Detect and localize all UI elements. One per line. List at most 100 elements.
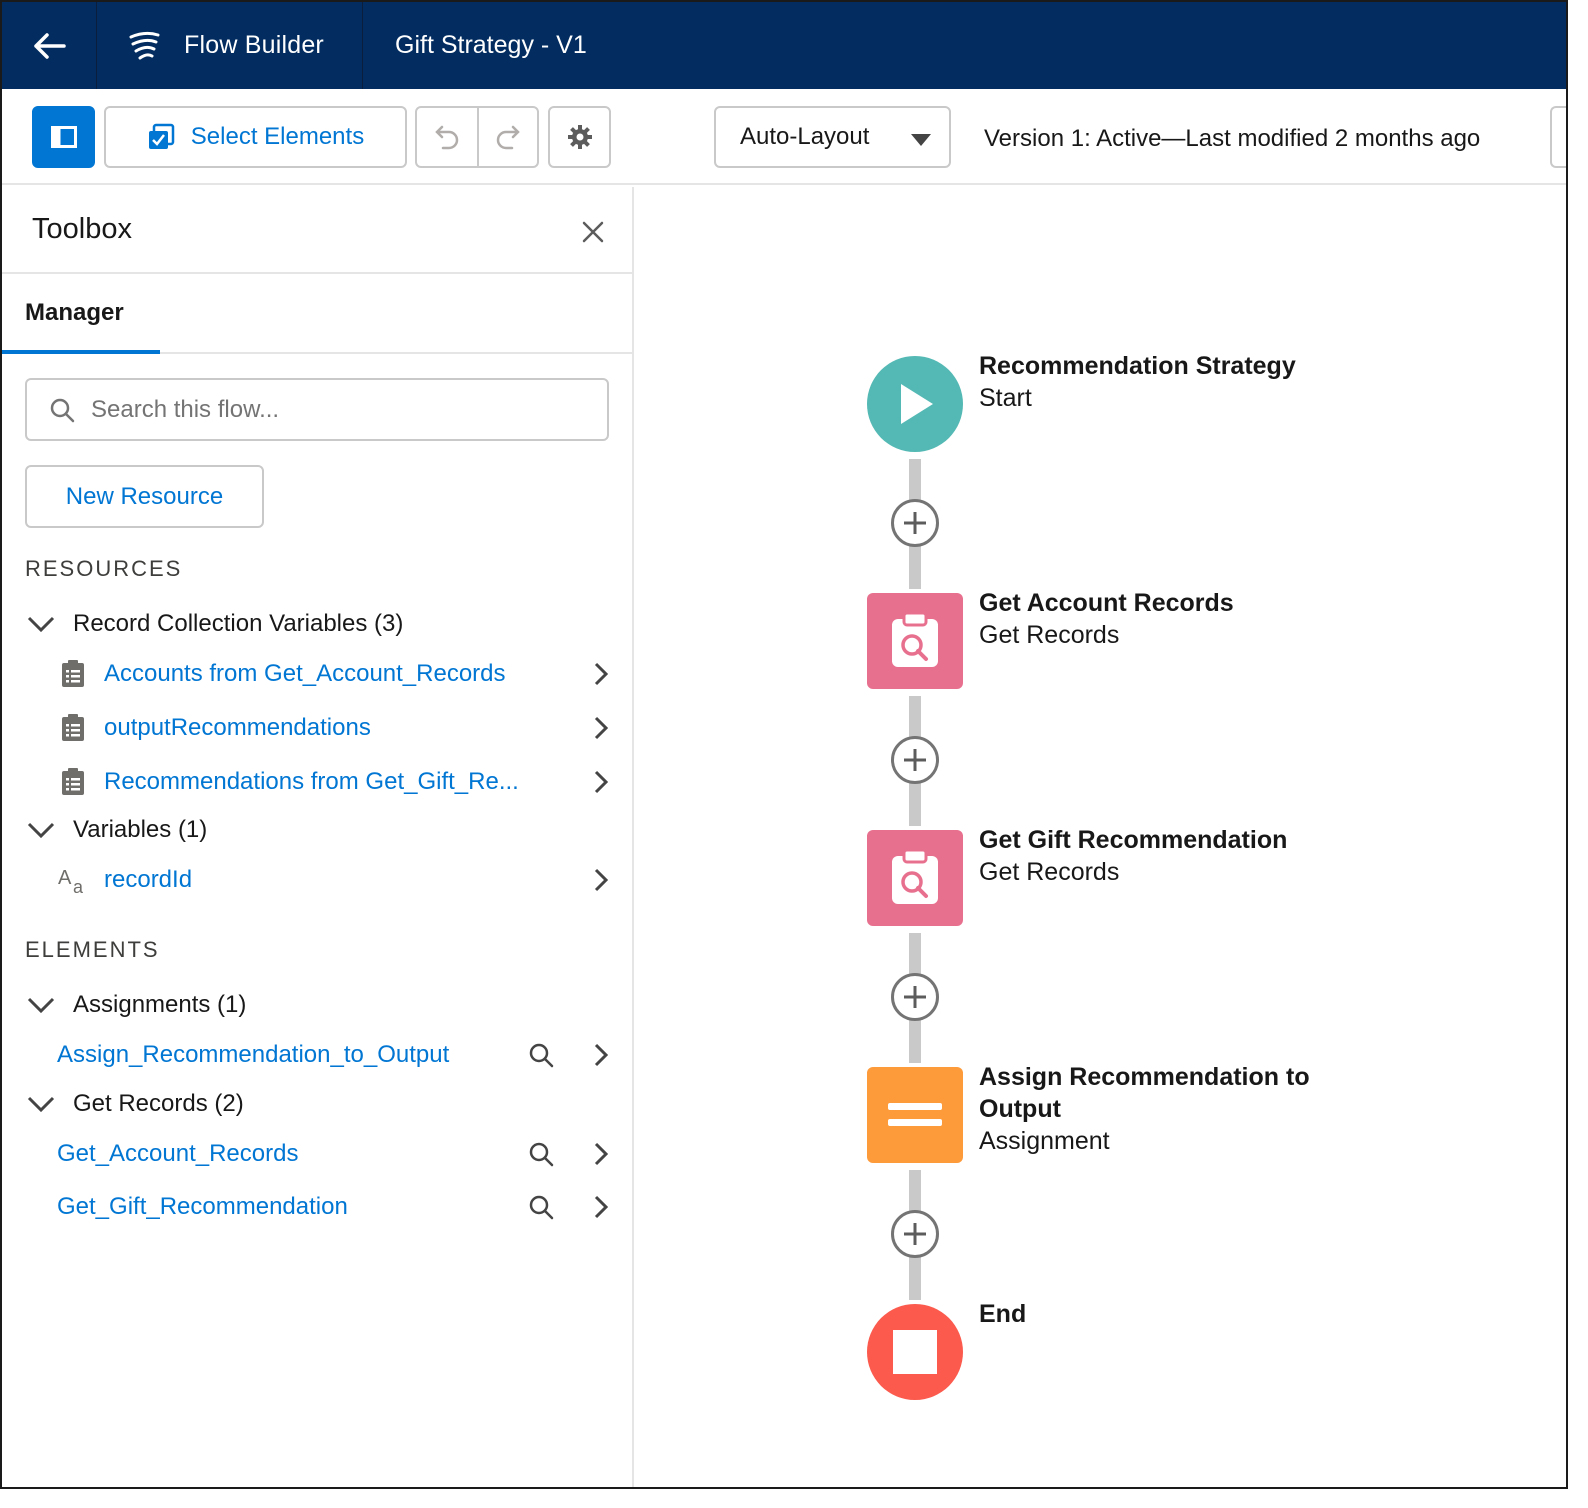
toolbar: Select Elements Auto-Layout Version 1: A… bbox=[2, 89, 1566, 185]
get-gift-recommendation-node[interactable] bbox=[867, 830, 963, 926]
version-status: Version 1: Active—Last modified 2 months… bbox=[984, 125, 1481, 152]
dropdown-caret-icon bbox=[911, 134, 931, 146]
chevron-right-icon[interactable] bbox=[587, 1192, 615, 1222]
group-label: Assignments (1) bbox=[73, 991, 247, 1018]
node-name: Get Gift Recommendation bbox=[979, 826, 1288, 854]
group-variables[interactable]: Variables (1) bbox=[25, 816, 207, 844]
undo-redo-group bbox=[415, 106, 539, 168]
toolbox-panel: Toolbox Manager New Resource RESOURCES bbox=[2, 187, 634, 1487]
svg-text:a: a bbox=[73, 877, 84, 896]
toolbar-overflow-button[interactable] bbox=[1550, 106, 1566, 168]
chevron-right-icon[interactable] bbox=[587, 713, 615, 743]
add-element-button[interactable] bbox=[891, 499, 939, 547]
search-icon[interactable] bbox=[525, 1039, 557, 1071]
group-assignments[interactable]: Assignments (1) bbox=[25, 991, 246, 1019]
resource-link-recommendations[interactable]: Recommendations from Get_Gift_Re... bbox=[104, 768, 519, 796]
resource-item: Recommendations from Get_Gift_Re... bbox=[2, 759, 632, 805]
toolbox-tabs: Manager bbox=[2, 274, 632, 354]
flow-canvas[interactable]: Recommendation Strategy Start Get Accoun… bbox=[636, 187, 1566, 1487]
element-link-get-gift-recommendation[interactable]: Get_Gift_Recommendation bbox=[57, 1193, 348, 1221]
chevron-right-icon[interactable] bbox=[587, 767, 615, 797]
app-title: Flow Builder bbox=[184, 31, 324, 59]
gear-icon bbox=[567, 125, 592, 149]
text-variable-icon: Aa bbox=[57, 864, 89, 896]
get-records-icon bbox=[892, 848, 938, 904]
element-item: Assign_Recommendation_to_Output bbox=[2, 1032, 632, 1078]
multi-select-icon bbox=[148, 123, 175, 149]
resources-heading: RESOURCES bbox=[25, 556, 183, 581]
end-node[interactable] bbox=[867, 1304, 963, 1400]
get-records-icon bbox=[892, 611, 938, 667]
group-label: Variables (1) bbox=[73, 816, 208, 843]
assignment-node[interactable] bbox=[867, 1067, 963, 1163]
undo-button[interactable] bbox=[417, 108, 477, 166]
record-collection-icon bbox=[57, 712, 89, 744]
search-icon[interactable] bbox=[525, 1138, 557, 1170]
add-element-button[interactable] bbox=[891, 1210, 939, 1258]
element-item: Get_Account_Records bbox=[2, 1131, 632, 1177]
element-link-assign[interactable]: Assign_Recommendation_to_Output bbox=[57, 1041, 449, 1069]
group-record-collection-variables[interactable]: Record Collection Variables (3) bbox=[25, 610, 403, 638]
panel-icon bbox=[50, 126, 77, 148]
flow-title: Gift Strategy - V1 bbox=[395, 31, 587, 59]
plus-icon bbox=[904, 986, 926, 1008]
plus-icon bbox=[904, 749, 926, 771]
start-node[interactable] bbox=[867, 356, 963, 452]
assignment-icon bbox=[888, 1103, 942, 1126]
node-type: Get Records bbox=[979, 858, 1120, 886]
svg-text:A: A bbox=[58, 867, 72, 889]
get-account-records-node[interactable] bbox=[867, 593, 963, 689]
chevron-right-icon[interactable] bbox=[587, 865, 615, 895]
stop-icon bbox=[893, 1330, 937, 1374]
resource-link-accounts[interactable]: Accounts from Get_Account_Records bbox=[104, 660, 506, 688]
redo-icon bbox=[496, 125, 520, 150]
resource-item: outputRecommendations bbox=[2, 705, 632, 751]
element-link-get-account-records[interactable]: Get_Account_Records bbox=[57, 1140, 298, 1168]
new-resource-button[interactable]: New Resource bbox=[25, 465, 264, 528]
close-toolbox-button[interactable] bbox=[578, 217, 608, 247]
chevron-right-icon[interactable] bbox=[587, 1139, 615, 1169]
resource-link-output-recommendations[interactable]: outputRecommendations bbox=[104, 714, 371, 742]
resource-item: Accounts from Get_Account_Records bbox=[2, 651, 632, 697]
elements-heading: ELEMENTS bbox=[25, 937, 160, 962]
resource-link-record-id[interactable]: recordId bbox=[104, 866, 192, 894]
flow-logo-icon bbox=[129, 31, 160, 59]
toolbox-title: Toolbox bbox=[32, 213, 132, 245]
add-element-button[interactable] bbox=[891, 973, 939, 1021]
add-element-button[interactable] bbox=[891, 736, 939, 784]
tab-manager[interactable]: Manager bbox=[2, 274, 160, 354]
search-icon[interactable] bbox=[525, 1191, 557, 1223]
toolbox-header: Toolbox bbox=[2, 187, 632, 274]
get-gift-recommendation-label: Get Gift Recommendation Get Records bbox=[979, 824, 1287, 888]
search-flow-field[interactable] bbox=[25, 378, 609, 441]
select-elements-button[interactable]: Select Elements bbox=[104, 106, 407, 168]
plus-icon bbox=[904, 1223, 926, 1245]
record-collection-icon bbox=[57, 766, 89, 798]
node-name: Get Account Records bbox=[979, 589, 1234, 617]
back-arrow-icon bbox=[34, 32, 66, 59]
back-button[interactable] bbox=[2, 2, 97, 89]
redo-button[interactable] bbox=[477, 108, 537, 166]
group-label: Record Collection Variables (3) bbox=[73, 610, 404, 637]
flow-builder-window: Flow Builder Gift Strategy - V1 Select E… bbox=[0, 0, 1568, 1489]
layout-mode-select[interactable]: Auto-Layout bbox=[714, 106, 951, 168]
chevron-right-icon[interactable] bbox=[587, 659, 615, 689]
flow-settings-button[interactable] bbox=[548, 106, 611, 168]
search-flow-input[interactable] bbox=[91, 395, 571, 424]
node-type: Start bbox=[979, 384, 1032, 412]
search-icon bbox=[50, 398, 75, 422]
toggle-toolbox-button[interactable] bbox=[32, 106, 95, 168]
record-collection-icon bbox=[57, 658, 89, 690]
resource-item: Aa recordId bbox=[2, 857, 632, 903]
app-brand: Flow Builder bbox=[98, 2, 363, 89]
chevron-down-icon bbox=[25, 821, 57, 839]
chevron-down-icon bbox=[25, 615, 57, 633]
element-item: Get_Gift_Recommendation bbox=[2, 1184, 632, 1230]
node-name: Recommendation Strategy bbox=[979, 352, 1296, 380]
group-get-records[interactable]: Get Records (2) bbox=[25, 1090, 244, 1118]
get-account-records-label: Get Account Records Get Records bbox=[979, 587, 1234, 651]
chevron-down-icon bbox=[25, 1095, 57, 1113]
chevron-right-icon[interactable] bbox=[587, 1040, 615, 1070]
node-type: Get Records bbox=[979, 621, 1120, 649]
node-name: End bbox=[979, 1300, 1027, 1328]
